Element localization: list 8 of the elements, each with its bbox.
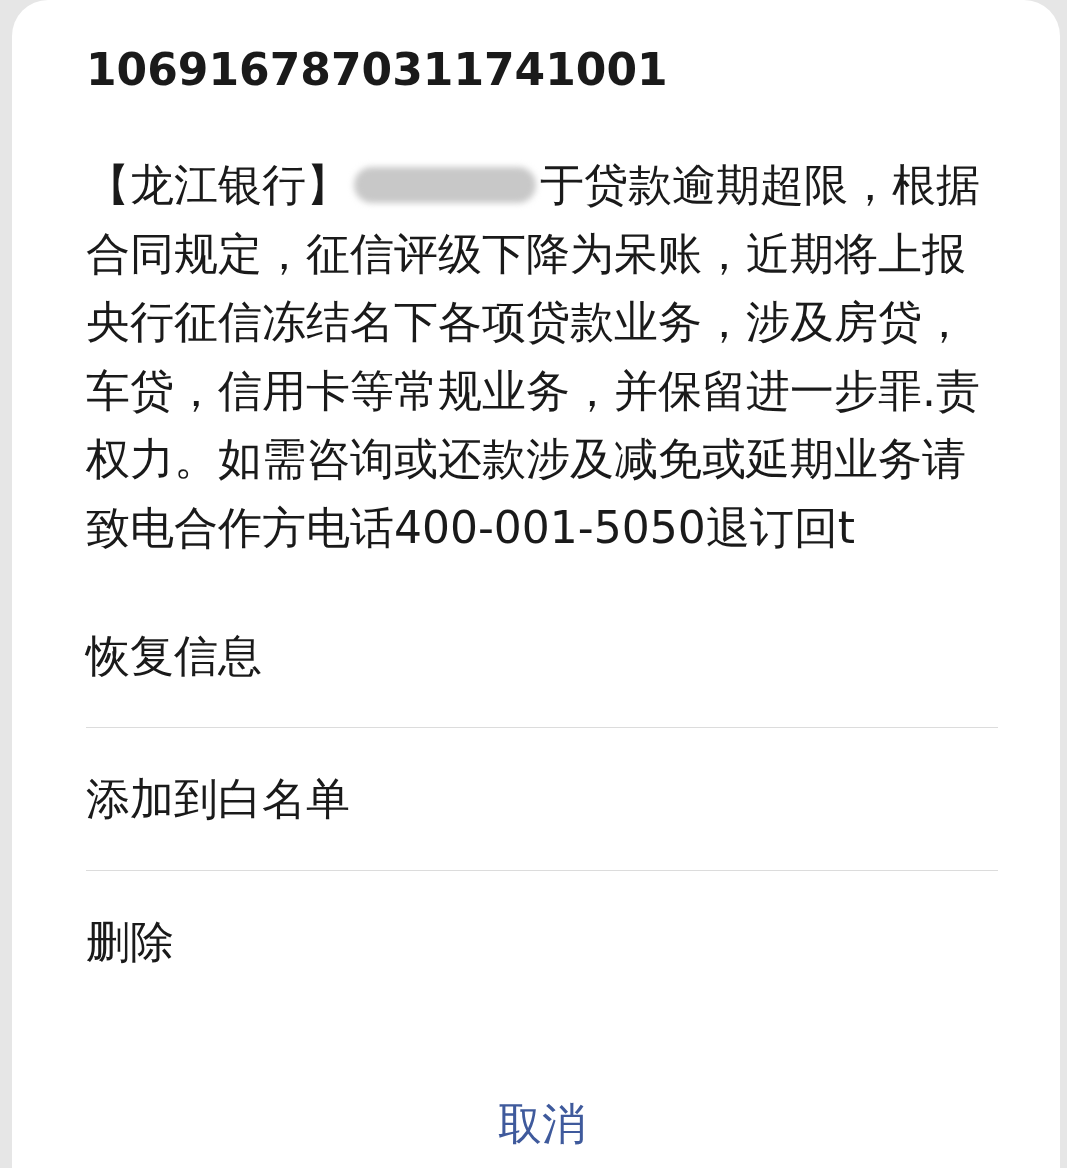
cancel-button[interactable]: 取消 bbox=[488, 1084, 596, 1164]
menu-option[interactable]: 添加到白名单 bbox=[86, 769, 350, 829]
message-text: 合同规定，征信评级下降为呆账，近期将上报央行征信冻结名下各项贷款业务，涉及房贷，车贷，信用卡等常规业务，并保留进一步罪.责权力。如需咨询或还款涉及减免或延期业务请致电合作方电话400-001-5050退订回t bbox=[86, 226, 981, 555]
menu-option[interactable]: 恢复信息 bbox=[86, 626, 262, 686]
message-text: 于贷款逾期超限，根据 bbox=[540, 158, 980, 212]
sender-number: 1069167870311741001 bbox=[86, 43, 669, 97]
menu-option[interactable]: 删除 bbox=[86, 912, 174, 972]
message-text: 【龙江银行】 bbox=[86, 158, 350, 212]
